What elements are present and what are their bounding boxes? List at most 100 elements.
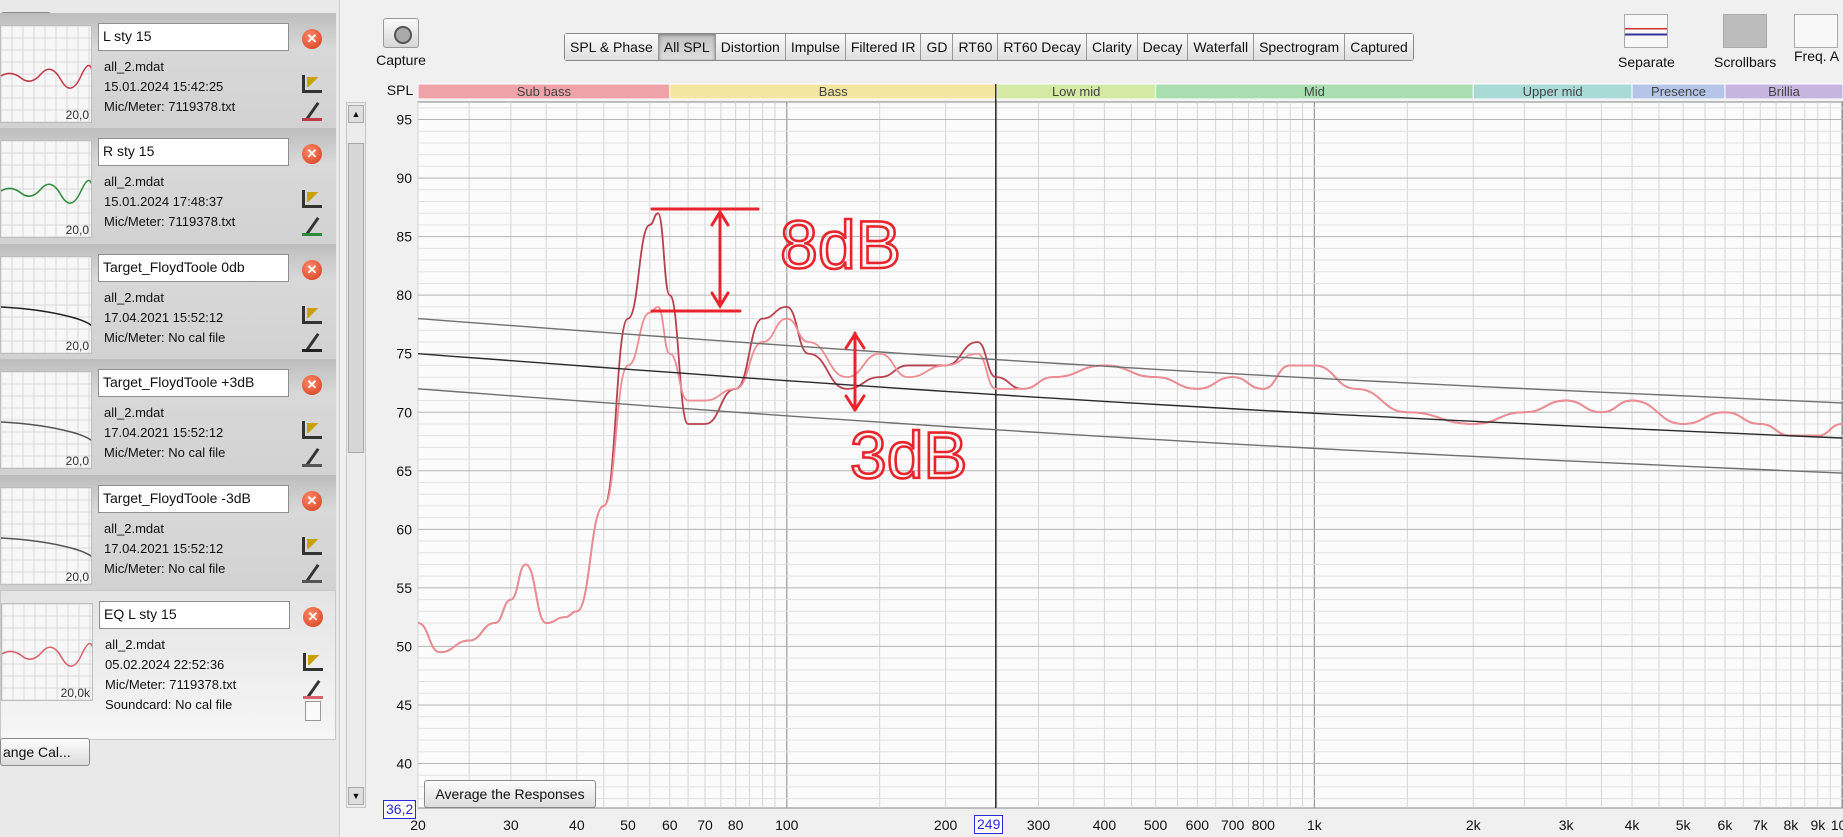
delete-measurement-icon[interactable]: ✕ xyxy=(303,607,323,627)
tab-decay[interactable]: Decay xyxy=(1137,34,1189,60)
dimension-arrow-3db xyxy=(844,331,866,412)
x-tick-label: 10k xyxy=(1831,817,1843,833)
measurement-thumbnail[interactable]: 20,0 xyxy=(0,140,92,238)
tab-distortion[interactable]: Distortion xyxy=(715,34,786,60)
graph-info-icon[interactable] xyxy=(302,537,322,555)
notes-icon[interactable] xyxy=(305,701,321,721)
measurement-thumbnail[interactable]: 20,0 xyxy=(0,487,92,585)
measurement-name-field[interactable]: L sty 15 xyxy=(98,23,289,51)
band-label: Sub bass xyxy=(517,84,572,99)
measurement-file: all_2.mdat xyxy=(104,59,164,74)
x-tick-label: 60 xyxy=(662,817,678,833)
x-tick-label: 700 xyxy=(1221,817,1245,833)
average-responses-button[interactable]: Average the Responses xyxy=(424,780,596,808)
graph-tabs: SPL & Phase All SPL Distortion Impulse Filte… xyxy=(564,33,1414,61)
graph-info-icon[interactable] xyxy=(302,190,322,208)
measurement-card[interactable]: 20,0 Target_FloydToole -3dB ✕ all_2.mdat… xyxy=(0,475,336,592)
tab-impulse[interactable]: Impulse xyxy=(785,34,846,60)
tab-spl-phase[interactable]: SPL & Phase xyxy=(565,34,659,60)
trace-color-icon[interactable] xyxy=(302,447,322,467)
measurements-panel: se « 20,0 L sty 15 ✕ all_2.mdat 15.01.20… xyxy=(0,0,340,837)
measurement-mic: Mic/Meter: No cal file xyxy=(104,445,226,460)
x-tick-label: 5k xyxy=(1676,817,1692,833)
trace-color-icon[interactable] xyxy=(302,216,322,236)
change-cal-button[interactable]: ange Cal... xyxy=(0,738,90,766)
band-label: Upper mid xyxy=(1523,84,1583,99)
measurement-name-field[interactable]: Target_FloydToole +3dB xyxy=(98,369,289,397)
measurement-card[interactable]: 20,0 R sty 15 ✕ all_2.mdat 15.01.2024 17… xyxy=(0,128,336,245)
series-line-target-floydtoole-3db xyxy=(417,317,1843,404)
band-mid xyxy=(1155,83,1474,100)
y-tick-label: 80 xyxy=(396,287,412,303)
measurement-thumbnail[interactable]: 20,0 xyxy=(0,256,92,354)
tab-filtered-ir[interactable]: Filtered IR xyxy=(845,34,922,60)
y-tick-label: 40 xyxy=(396,756,412,772)
tab-rt60-decay[interactable]: RT60 Decay xyxy=(998,34,1087,60)
measurement-thumbnail[interactable]: 20,0 xyxy=(0,371,92,469)
capture-button[interactable]: Capture xyxy=(375,18,427,68)
measurement-card[interactable]: 20,0k EQ L sty 15 ✕ all_2.mdat 05.02.202… xyxy=(0,590,336,740)
measurement-card[interactable]: 20,0 Target_FloydToole +3dB ✕ all_2.mdat… xyxy=(0,359,336,476)
measurement-name-field[interactable]: Target_FloydToole 0db xyxy=(98,254,289,282)
x-tick-label: 70 xyxy=(697,817,713,833)
dimension-arrow-8db xyxy=(650,207,760,313)
scroll-up-icon[interactable]: ▲ xyxy=(348,105,364,123)
measurement-mic: Mic/Meter: No cal file xyxy=(104,330,226,345)
graph-info-icon[interactable] xyxy=(302,421,322,439)
measurement-card[interactable]: 20,0 L sty 15 ✕ all_2.mdat 15.01.2024 15… xyxy=(0,13,336,130)
measurement-thumbnail[interactable]: 20,0 xyxy=(0,25,92,123)
tab-rt60[interactable]: RT60 xyxy=(953,34,999,60)
delete-measurement-icon[interactable]: ✕ xyxy=(302,144,322,164)
scroll-thumb[interactable] xyxy=(348,143,364,453)
measurement-name-field[interactable]: R sty 15 xyxy=(98,138,289,166)
trace-color-icon[interactable] xyxy=(302,332,322,352)
delete-measurement-icon[interactable]: ✕ xyxy=(302,491,322,511)
x-tick-label: 4k xyxy=(1625,817,1641,833)
graph-info-icon[interactable] xyxy=(303,653,323,671)
graph-info-icon[interactable] xyxy=(302,75,322,93)
tab-captured[interactable]: Captured xyxy=(1345,34,1413,60)
tab-gd[interactable]: GD xyxy=(921,34,954,60)
x-tick-label: 40 xyxy=(569,817,585,833)
graph-info-icon[interactable] xyxy=(302,306,322,324)
y-tick-label: 75 xyxy=(396,346,412,362)
measurement-date: 17.04.2021 15:52:12 xyxy=(104,310,224,325)
delete-measurement-icon[interactable]: ✕ xyxy=(302,375,322,395)
measurement-name-field[interactable]: Target_FloydToole -3dB xyxy=(98,485,289,513)
tab-waterfall[interactable]: Waterfall xyxy=(1188,34,1255,60)
measurement-file: all_2.mdat xyxy=(104,174,164,189)
tab-all-spl[interactable]: All SPL xyxy=(658,34,716,60)
x-tick-label: 30 xyxy=(503,817,519,833)
trace-color-icon[interactable] xyxy=(303,679,323,699)
thumbnail-axis-label: 20,0 xyxy=(65,108,89,122)
measurement-meta: all_2.mdat 17.04.2021 15:52:12 Mic/Meter… xyxy=(104,403,225,463)
measurement-date: 17.04.2021 15:52:12 xyxy=(104,425,224,440)
thumbnail-axis-label: 20,0 xyxy=(65,223,89,237)
x-tick-label: 600 xyxy=(1186,817,1210,833)
measurement-card[interactable]: 20,0 Target_FloydToole 0db ✕ all_2.mdat … xyxy=(0,244,336,361)
delete-measurement-icon[interactable]: ✕ xyxy=(302,29,322,49)
scroll-down-icon[interactable]: ▼ xyxy=(348,787,364,805)
freq-axis-icon xyxy=(1794,14,1838,48)
x-tick-label: 1k xyxy=(1307,817,1323,833)
tab-spectrogram[interactable]: Spectrogram xyxy=(1254,34,1346,60)
x-tick-label: 500 xyxy=(1144,817,1168,833)
thumbnail-axis-label: 20,0 xyxy=(65,454,89,468)
x-tick-label: 200 xyxy=(934,817,958,833)
y-tick-label: 50 xyxy=(396,638,412,654)
freq-axis-button[interactable]: Freq. A xyxy=(1794,14,1843,64)
camera-icon xyxy=(383,18,419,48)
scrollbars-button[interactable]: Scrollbars xyxy=(1714,14,1776,70)
panel-scrollbar[interactable]: ▲ ▼ xyxy=(346,102,366,808)
trace-color-icon[interactable] xyxy=(302,563,322,583)
trace-color-icon[interactable] xyxy=(302,101,322,121)
measurement-mic: Mic/Meter: 7119378.txt xyxy=(104,214,236,229)
measurement-meta: all_2.mdat 15.01.2024 15:42:25 Mic/Meter… xyxy=(104,57,235,117)
band-label: Low mid xyxy=(1052,84,1100,99)
delete-measurement-icon[interactable]: ✕ xyxy=(302,260,322,280)
measurement-name-field[interactable]: EQ L sty 15 xyxy=(99,601,290,629)
separate-button[interactable]: Separate xyxy=(1618,14,1675,70)
plot-area xyxy=(417,101,1843,809)
measurement-thumbnail[interactable]: 20,0k xyxy=(1,603,93,701)
tab-clarity[interactable]: Clarity xyxy=(1086,34,1138,60)
